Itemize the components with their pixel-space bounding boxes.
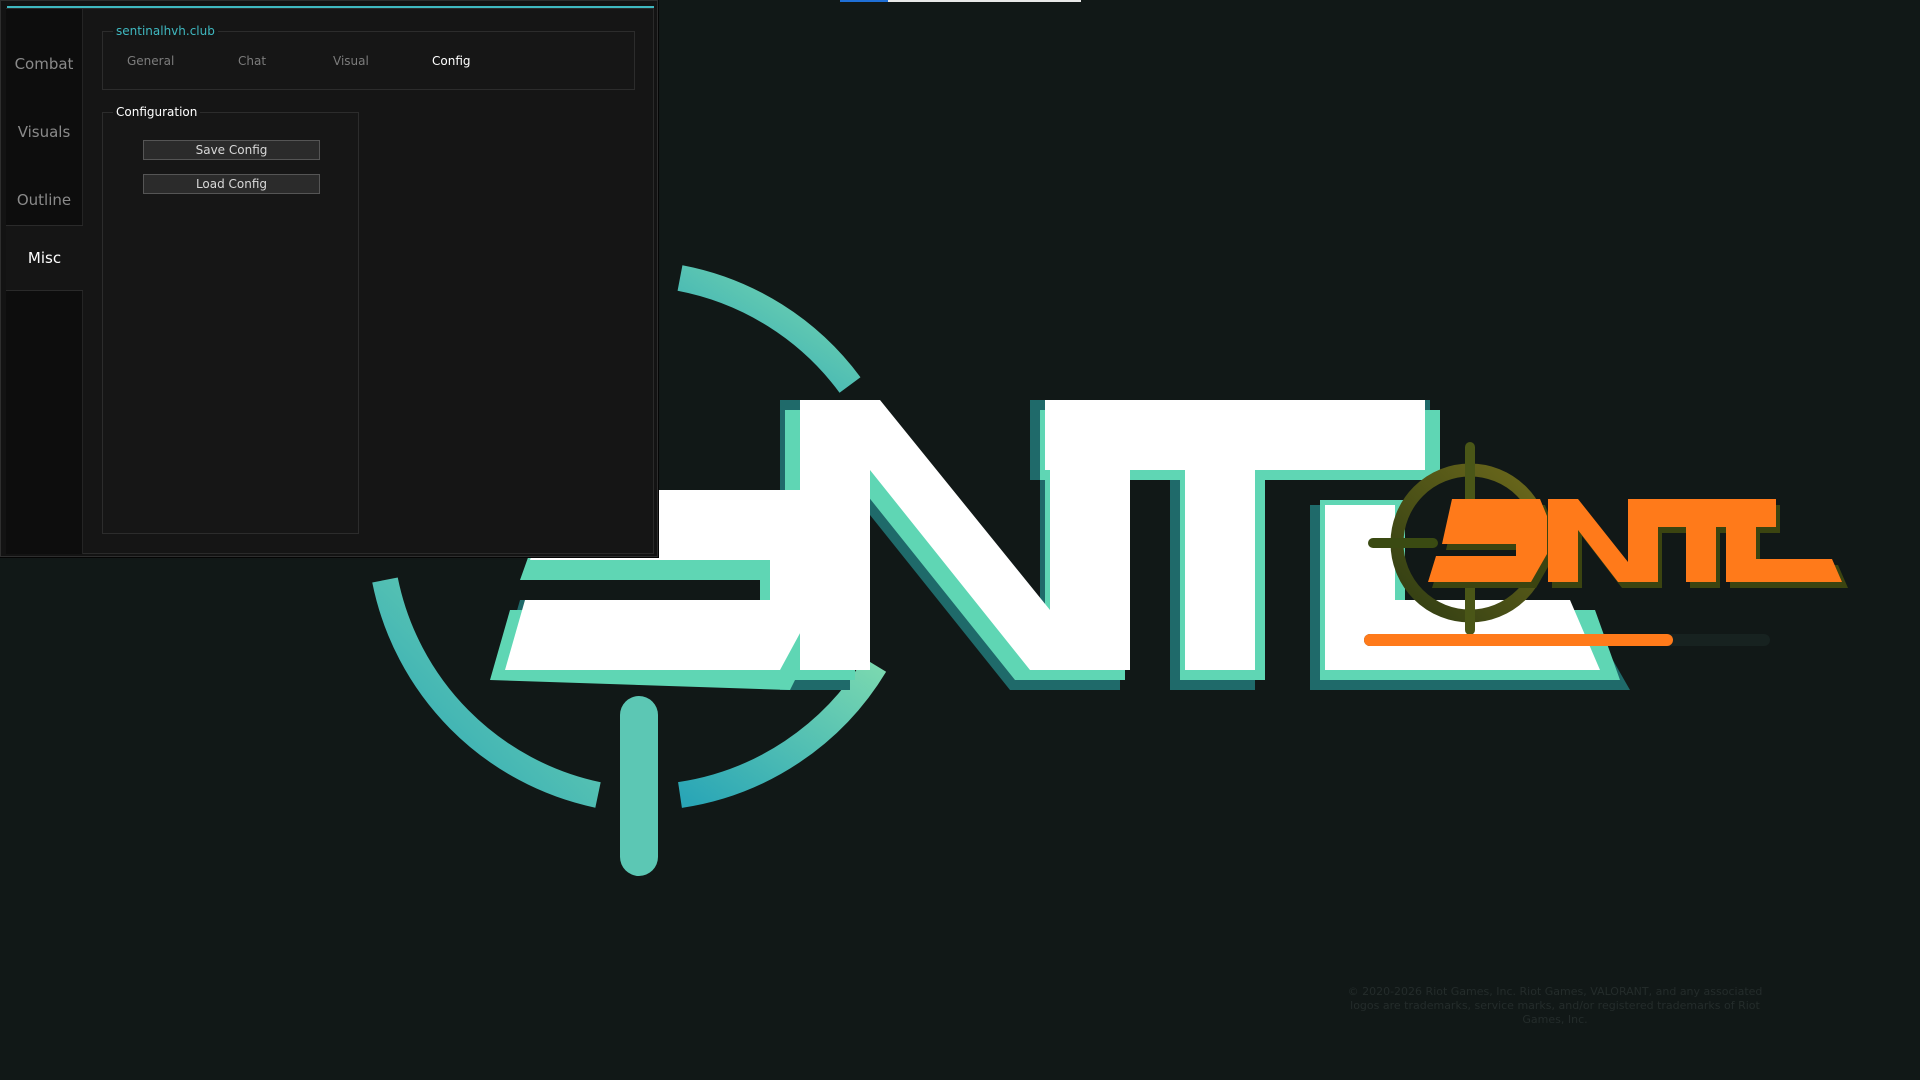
tab-chat[interactable]: Chat xyxy=(238,54,266,68)
load-config-button[interactable]: Load Config xyxy=(143,174,320,194)
sidebar-item-misc[interactable]: Misc xyxy=(6,225,83,291)
configuration-title: Configuration xyxy=(113,104,201,120)
sidebar-item-outline[interactable]: Outline xyxy=(6,167,82,233)
copyright-text: © 2020-2026 Riot Games, Inc. Riot Games,… xyxy=(1347,985,1763,1026)
screen: © 2020-2026 Riot Games, Inc. Riot Games,… xyxy=(0,0,1920,1080)
sidebar-item-combat[interactable]: Combat xyxy=(6,31,82,97)
save-config-button[interactable]: Save Config xyxy=(143,140,320,160)
tab-config[interactable]: Config xyxy=(432,54,471,68)
tabs-group: sentinalhvh.club General Chat Visual Con… xyxy=(102,23,635,90)
loading-progress-bar xyxy=(1364,634,1770,646)
tab-visual[interactable]: Visual xyxy=(333,54,369,68)
cheat-menu-window[interactable]: Combat Visuals Outline Misc sentinalhvh.… xyxy=(0,0,658,557)
brand-title: sentinalhvh.club xyxy=(113,23,218,39)
sidebar-item-visuals[interactable]: Visuals xyxy=(6,99,82,165)
configuration-group: Configuration Save Config Load Config xyxy=(102,104,359,534)
tab-general[interactable]: General xyxy=(127,54,174,68)
sidebar: Combat Visuals Outline Misc xyxy=(6,9,83,554)
menu-accent-bar xyxy=(7,6,654,8)
